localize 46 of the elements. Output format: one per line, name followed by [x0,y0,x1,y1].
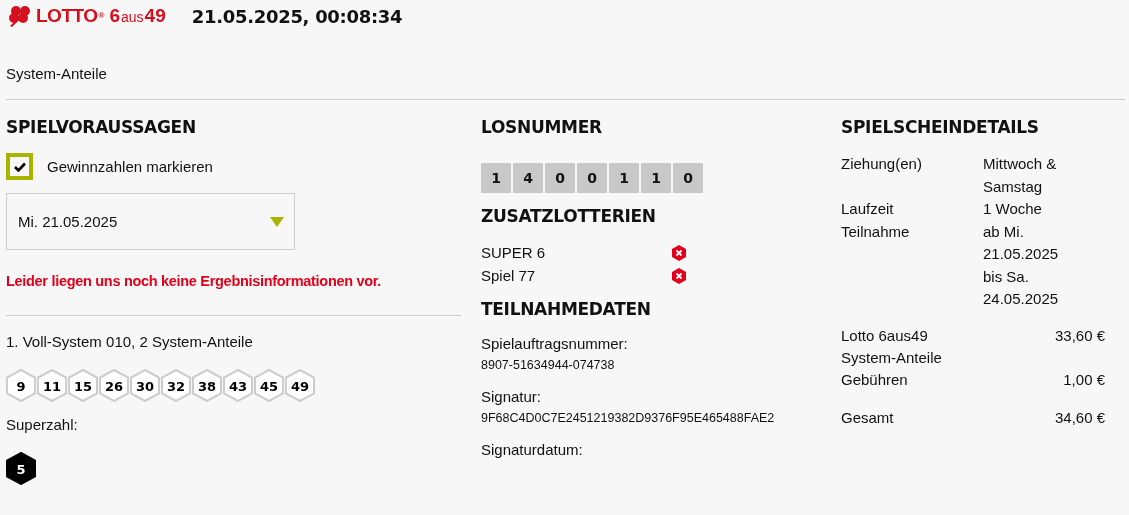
game-word: aus [121,9,144,25]
section-heading: SPIELVORAUSSAGEN [6,117,197,137]
superzahl-label: Superzahl: [6,416,79,433]
cost-label: Lotto 6aus49 System-Anteile [841,325,943,368]
game-number: 6 [109,5,121,27]
field-value: 9F68C4D0C7E2451219382D9376F95E465488FAE2 [481,411,776,425]
lottery-name: Spiel 77 [481,267,537,284]
lottery-name: SUPER 6 [481,244,547,261]
check-icon [13,161,26,172]
detail-label: Laufzeit [841,199,895,219]
field-label: Spielauftragsnummer: [481,335,629,352]
system-title: 1. Voll-System 010, 2 System-Anteile [6,333,254,350]
total-amount: 34,60 € [1053,407,1105,428]
detail-value: Mittwoch & Samstag [983,154,1058,197]
cost-label: Gebühren [841,369,909,390]
ticket-digit: 4 [513,163,543,193]
checkbox-label: Gewinnzahlen markieren [47,158,213,175]
registered-mark: ® [98,11,105,20]
detail-value: 1 Woche [983,199,1043,219]
section-heading: SPIELSCHEINDETAILS [841,117,1040,137]
section-heading: TEILNAHMEDATEN [481,299,652,319]
field-value: 8907-51634944-074738 [481,358,616,372]
detail-label: Ziehung(en) [841,154,923,174]
cost-amount: 1,00 € [1062,369,1105,390]
detail-label: Teilnahme [841,221,911,242]
ticket-digit: 0 [577,163,607,193]
field-label: Signatur: [481,388,543,405]
total-label: Gesamt [841,407,895,428]
field-label: Signaturdatum: [481,441,584,458]
section-heading: LOSNUMMER [481,117,603,137]
caret-icon [270,216,284,227]
game-number: 49 [144,5,166,27]
error-message: Leider liegen uns noch keine Ergebnisinformationen vor. [6,273,383,289]
page-title: System-Anteile [6,65,108,82]
date-dropdown[interactable]: Mi. 21.05.2025 [6,193,295,250]
section-heading: ZUSATZLOTTERIEN [481,206,657,226]
ticket-digit: 0 [545,163,575,193]
brand-name: LOTTO [36,5,98,27]
ticket-digit: 0 [673,163,703,193]
ticket-digit: 1 [641,163,671,193]
cost-amount: 33,60 € [1053,325,1105,346]
detail-value: ab Mi. 21.05.2025 bis Sa. 24.05.2025 [983,221,1060,309]
ticket-digit: 1 [609,163,639,193]
timestamp: 21.05.2025, 00:08:34 [191,5,403,27]
checkbox[interactable] [6,153,33,180]
ticket-digit: 1 [481,163,511,193]
